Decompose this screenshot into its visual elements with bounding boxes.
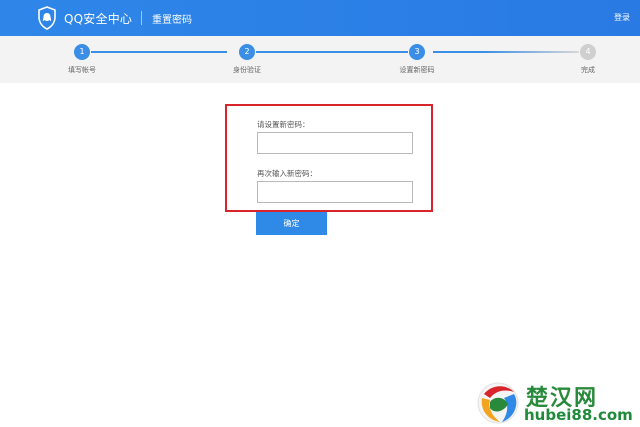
watermark-logo: 楚汉网 hubei88.com [474, 378, 640, 427]
page-title: 重置密码 [152, 15, 192, 26]
step-connector-2 [256, 51, 408, 53]
header-divider [141, 11, 142, 25]
step-1-label: 填写帐号 [68, 66, 96, 74]
step-4-label: 完成 [581, 66, 595, 74]
watermark-emblem-icon [477, 382, 519, 424]
confirm-button[interactable]: 确定 [256, 212, 327, 235]
step-4-circle: 4 [580, 44, 596, 60]
step-1-circle: 1 [74, 44, 90, 60]
top-header: QQ安全中心 重置密码 登录 [0, 0, 640, 36]
step-connector-1 [91, 51, 227, 53]
step-2-circle: 2 [239, 44, 255, 60]
watermark-domain-text: hubei88.com [524, 406, 633, 424]
step-3-label: 设置新密码 [399, 66, 435, 74]
step-2-label: 身份验证 [233, 66, 261, 74]
login-link[interactable]: 登录 [614, 12, 630, 23]
password-form-highlight: 请设置新密码： 再次输入新密码： [225, 104, 433, 212]
step-3-circle: 3 [409, 44, 425, 60]
brand-title[interactable]: QQ安全中心 [64, 10, 132, 27]
step-progress-bar: 1 2 3 4 填写帐号 身份验证 设置新密码 完成 [0, 36, 640, 83]
new-password-input[interactable] [257, 132, 413, 154]
confirm-password-input[interactable] [257, 181, 413, 203]
step-connector-3 [433, 51, 579, 53]
new-password-label: 请设置新密码： [257, 120, 310, 129]
qq-shield-logo-icon[interactable] [37, 6, 57, 30]
confirm-password-label: 再次输入新密码： [257, 169, 317, 178]
